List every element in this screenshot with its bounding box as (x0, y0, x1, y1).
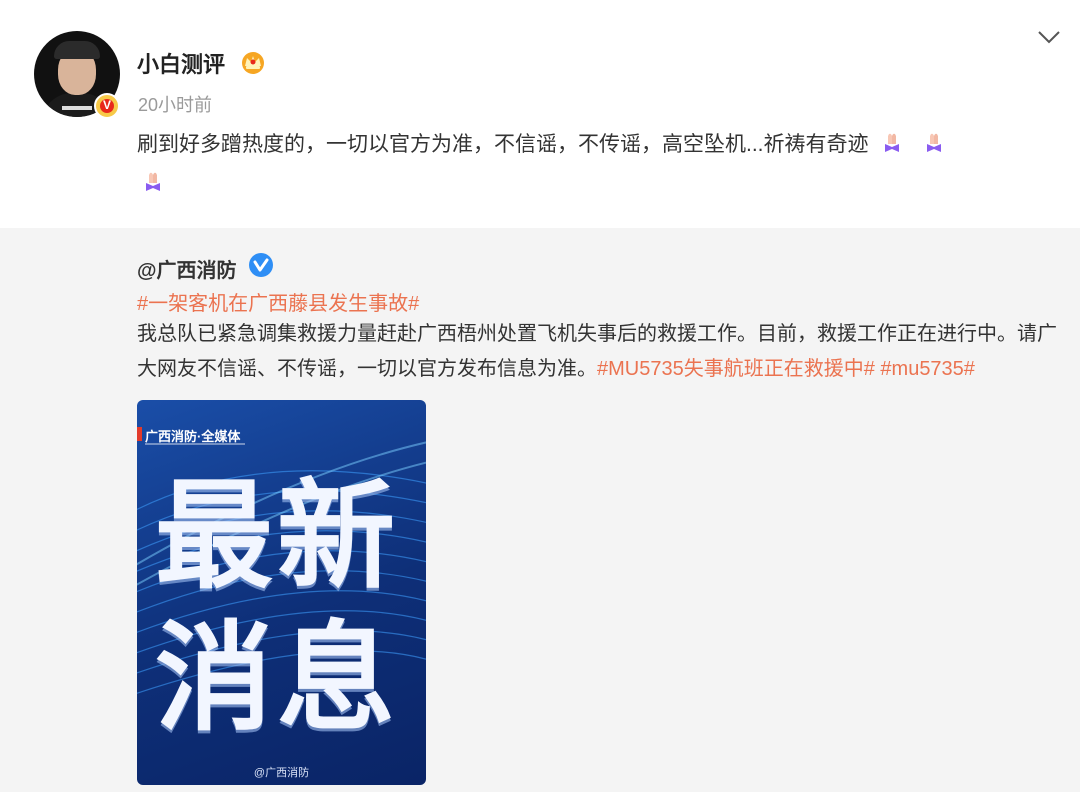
avatar-shirt-print (62, 106, 92, 110)
hashtag-link[interactable]: #MU5735失事航班正在救援中# (597, 358, 875, 380)
pray-icon (146, 172, 160, 191)
crown-icon (242, 52, 264, 74)
post-timestamp[interactable]: 20小时前 (138, 91, 212, 117)
pray-icon (927, 133, 942, 152)
post-text-body: 刷到好多蹭热度的，一切以官方为准，不信谣，不传谣，高空坠机...祈祷有奇迹 (137, 133, 869, 156)
repost-author-name[interactable]: @广西消防 (137, 254, 237, 283)
image-headline: 消息 (155, 613, 400, 745)
weibo-post: V 小白测评 20小时前 刷到好多蹭热度的，一切以官方为准，不信谣，不传谣，高空… (0, 0, 1080, 228)
verified-badge-letter: V (102, 98, 111, 112)
pray-icon (885, 133, 900, 152)
repost-text: 我总队已紧急调集救援力量赶赴广西梧州处置飞机失事后的救援工作。目前，救援工作正在… (137, 317, 1072, 387)
image-watermark: @广西消防 (253, 767, 310, 779)
brand-mark (137, 427, 142, 441)
topic-link[interactable]: #一架客机在广西藤县发生事故# (137, 287, 419, 316)
reposted-content[interactable]: @广西消防 #一架客机在广西藤县发生事故# 我总队已紧急调集救援力量赶赴广西梧州… (0, 228, 1080, 792)
author-name[interactable]: 小白测评 (137, 47, 225, 79)
blue-verified-icon (249, 253, 273, 277)
post-text: 刷到好多蹭热度的，一切以官方为准，不信谣，不传谣，高空坠机...祈祷有奇迹 (137, 125, 1047, 203)
news-image[interactable]: 广西消防·全媒体 最新 消息 @广西消防 (137, 400, 426, 785)
chevron-down-icon[interactable] (1036, 28, 1062, 46)
hashtag-link[interactable]: #mu5735# (880, 358, 975, 380)
verified-badge-icon: V (94, 93, 120, 119)
avatar-cap (54, 41, 100, 59)
